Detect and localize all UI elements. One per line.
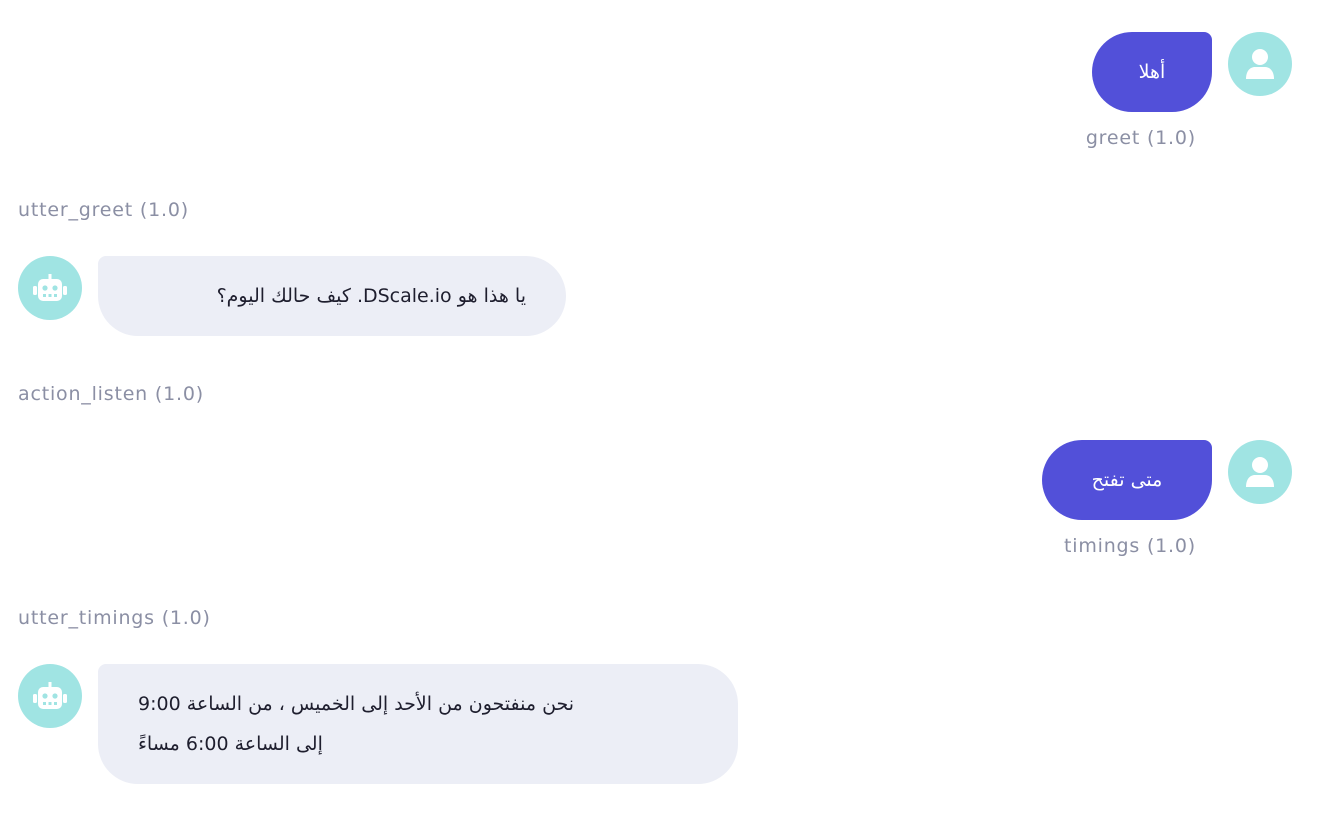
action-confidence: (1.0) bbox=[161, 607, 211, 629]
user-icon bbox=[1246, 457, 1274, 487]
action-confidence: (1.0) bbox=[154, 383, 204, 405]
intent-confidence: (1.0) bbox=[1146, 127, 1196, 149]
bot-message-bubble: نحن منفتحون من الأحد إلى الخميس ، من الس… bbox=[98, 664, 738, 784]
user-message-text: متى تفتح bbox=[1091, 469, 1163, 491]
action-name: action_listen bbox=[18, 383, 149, 405]
action-label: action_listen (1.0) bbox=[18, 383, 204, 405]
chat-transcript: أهلا greet (1.0) utter_greet (1.0) يا هذ… bbox=[0, 0, 1318, 822]
user-avatar bbox=[1228, 440, 1292, 504]
action-label: utter_greet (1.0) bbox=[18, 199, 189, 221]
intent-name: timings bbox=[1063, 535, 1141, 557]
intent-name: greet bbox=[1085, 127, 1141, 149]
intent-label: timings (1.0) bbox=[1064, 535, 1196, 557]
action-name: utter_timings bbox=[18, 607, 155, 629]
user-avatar bbox=[1228, 32, 1292, 96]
user-icon bbox=[1246, 49, 1274, 79]
intent-label: greet (1.0) bbox=[1086, 127, 1196, 149]
user-message-bubble: متى تفتح bbox=[1042, 440, 1212, 520]
bot-message-line: نحن منفتحون من الأحد إلى الخميس ، من الس… bbox=[138, 693, 575, 715]
intent-confidence: (1.0) bbox=[1146, 535, 1196, 557]
bot-message-line: إلى الساعة 6:00 مساءً bbox=[138, 733, 323, 755]
action-name: utter_greet bbox=[18, 199, 134, 221]
user-message-bubble: أهلا bbox=[1092, 32, 1212, 112]
robot-icon bbox=[33, 682, 67, 709]
bot-avatar bbox=[18, 664, 82, 728]
action-label: utter_timings (1.0) bbox=[18, 607, 211, 629]
bot-avatar bbox=[18, 256, 82, 320]
bot-message-bubble: يا هذا هو DScale.io. كيف حالك اليوم؟ bbox=[98, 256, 566, 336]
robot-icon bbox=[33, 274, 67, 301]
bot-message-text: يا هذا هو DScale.io. كيف حالك اليوم؟ bbox=[216, 285, 526, 307]
user-message-text: أهلا bbox=[1138, 61, 1166, 83]
action-confidence: (1.0) bbox=[139, 199, 189, 221]
